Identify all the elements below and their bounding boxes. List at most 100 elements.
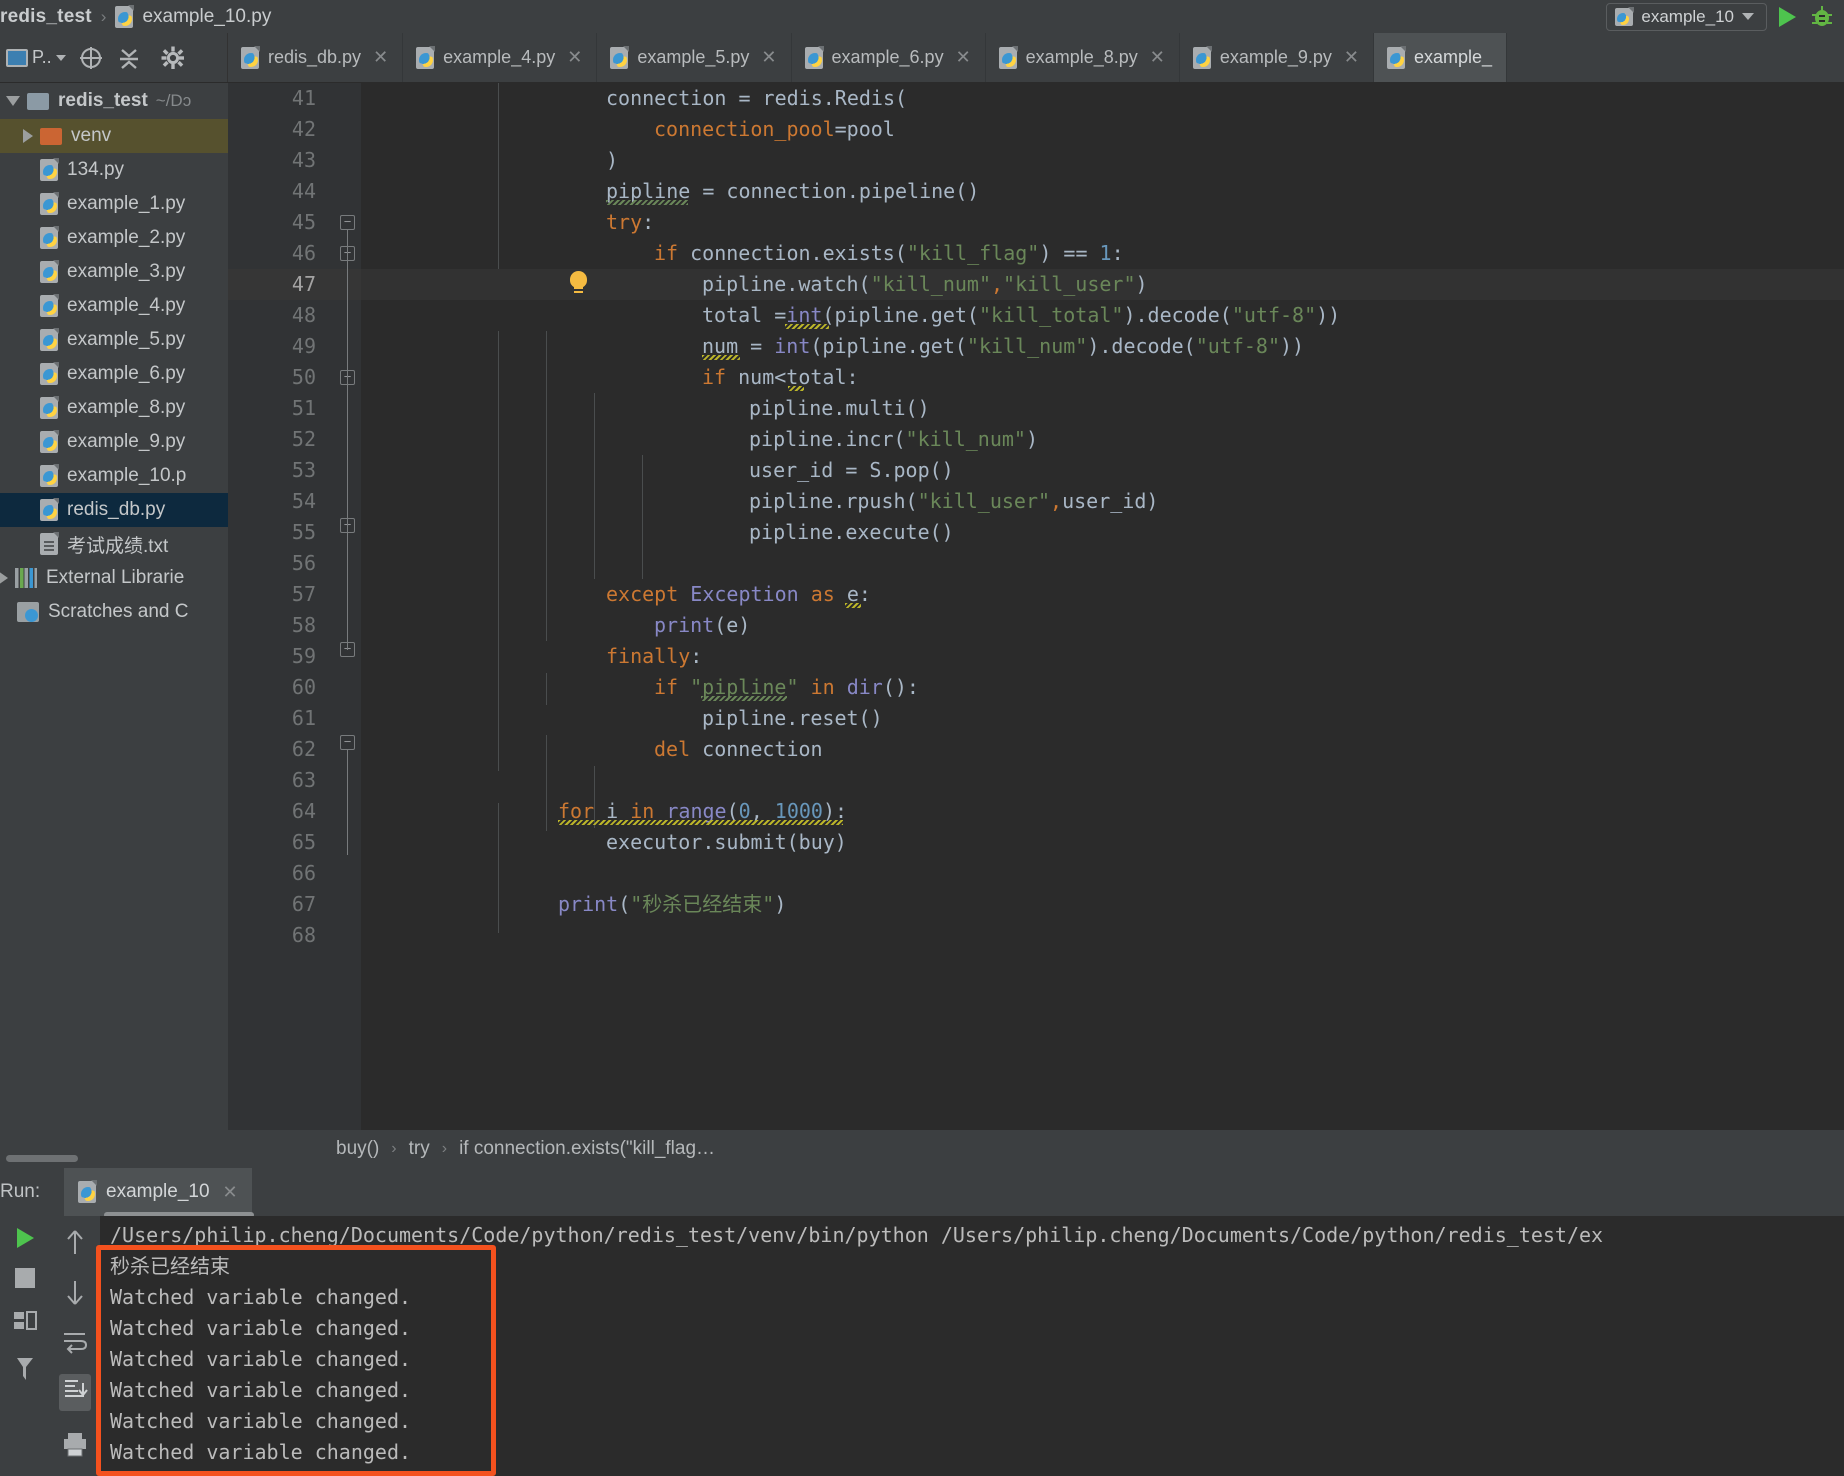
target-icon[interactable] bbox=[78, 45, 104, 71]
line-number-current: 47 bbox=[291, 272, 316, 296]
debug-icon[interactable] bbox=[1808, 4, 1836, 30]
run-console-output[interactable]: /Users/philip.cheng/Documents/Code/pytho… bbox=[100, 1216, 1844, 1476]
intention-bulb-icon[interactable] bbox=[568, 271, 590, 293]
run-tab[interactable]: example_10 ✕ bbox=[64, 1168, 252, 1216]
editor-tab[interactable]: example_4.py ✕ bbox=[403, 33, 598, 82]
close-icon[interactable]: ✕ bbox=[567, 47, 582, 68]
code-line[interactable]: finally: bbox=[606, 641, 702, 672]
code-line[interactable]: num = int(pipline.get("kill_num").decode… bbox=[702, 331, 1304, 362]
code-line[interactable]: pipline.watch("kill_num","kill_user") bbox=[702, 269, 1148, 300]
soft-wrap-icon[interactable] bbox=[61, 1328, 89, 1354]
tree-node-file[interactable]: example_6.py bbox=[0, 357, 228, 391]
tree-node-file[interactable]: example_8.py bbox=[0, 391, 228, 425]
editor-tab[interactable]: redis_db.py ✕ bbox=[228, 33, 404, 82]
tree-node-file[interactable]: example_2.py bbox=[0, 221, 228, 255]
python-file-icon bbox=[40, 464, 59, 487]
collapse-all-icon[interactable] bbox=[116, 45, 142, 71]
project-view-selector[interactable]: P.. bbox=[6, 47, 66, 68]
code-line[interactable]: if connection.exists("kill_flag") == 1: bbox=[654, 238, 1124, 269]
editor-tab[interactable]: example_5.py ✕ bbox=[597, 33, 792, 82]
code-line[interactable]: connection_pool=pool bbox=[654, 114, 895, 145]
chevron-down-icon[interactable] bbox=[55, 54, 66, 61]
tree-node-file[interactable]: example_9.py bbox=[0, 425, 228, 459]
chevron-right-icon[interactable] bbox=[23, 129, 33, 143]
project-tree-panel[interactable]: redis_test ~/Dɔ venv 134.py example_1.py… bbox=[0, 83, 228, 1168]
code-line[interactable]: pipline.rpush("kill_user",user_id) bbox=[749, 486, 1158, 517]
chevron-down-icon[interactable] bbox=[6, 96, 20, 106]
gear-icon[interactable] bbox=[160, 45, 186, 71]
fold-marker[interactable]: − bbox=[340, 215, 355, 230]
tree-node-label: example_10.p bbox=[67, 465, 187, 486]
scroll-to-end-icon bbox=[65, 1380, 88, 1397]
code-line[interactable]: del connection bbox=[654, 734, 823, 765]
tree-node-root[interactable]: redis_test ~/Dɔ bbox=[0, 83, 228, 119]
line-number: 59 bbox=[291, 644, 316, 668]
breadcrumb-function[interactable]: buy() bbox=[336, 1138, 379, 1160]
weak-warning-squiggle bbox=[845, 603, 861, 608]
tree-node-file[interactable]: example_5.py bbox=[0, 323, 228, 357]
code-line[interactable]: print(e) bbox=[654, 610, 750, 641]
stop-icon[interactable] bbox=[15, 1268, 35, 1288]
breadcrumb-project[interactable]: redis_test bbox=[0, 6, 92, 28]
code-line[interactable]: if num<total: bbox=[702, 362, 859, 393]
code-line[interactable]: connection = redis.Redis( bbox=[606, 83, 907, 114]
code-line[interactable]: ) bbox=[606, 145, 618, 176]
scratches-icon bbox=[17, 602, 39, 622]
tree-node-label: venv bbox=[71, 125, 112, 146]
rerun-icon[interactable] bbox=[16, 1228, 34, 1248]
code-line[interactable]: except Exception as e: bbox=[606, 579, 871, 610]
tree-node-venv[interactable]: venv bbox=[0, 119, 228, 153]
down-arrow-icon[interactable] bbox=[62, 1278, 88, 1308]
code-line[interactable]: executor.submit(buy) bbox=[606, 827, 847, 858]
fold-marker[interactable]: − bbox=[340, 735, 355, 750]
pin-icon[interactable] bbox=[12, 1354, 38, 1384]
code-line[interactable]: pipline.reset() bbox=[702, 703, 883, 734]
chevron-right-icon[interactable] bbox=[0, 571, 8, 585]
code-line[interactable]: user_id = S.pop() bbox=[749, 455, 954, 486]
tree-node-scratches[interactable]: Scratches and C bbox=[0, 595, 228, 629]
tree-node-file[interactable]: 134.py bbox=[0, 153, 228, 187]
up-arrow-icon[interactable] bbox=[62, 1228, 88, 1258]
tree-node-file[interactable]: example_10.p bbox=[0, 459, 228, 493]
tree-node-file[interactable]: example_4.py bbox=[0, 289, 228, 323]
print-icon[interactable] bbox=[61, 1431, 89, 1457]
code-line[interactable]: pipline.multi() bbox=[749, 393, 930, 424]
tree-node-file[interactable]: 考试成绩.txt bbox=[0, 527, 228, 561]
layout-icon[interactable] bbox=[12, 1308, 38, 1334]
tree-node-label: example_3.py bbox=[67, 261, 186, 282]
tree-node-label: example_9.py bbox=[67, 431, 186, 452]
scroll-to-end-button[interactable] bbox=[59, 1374, 91, 1411]
tree-node-external-libraries[interactable]: External Librarie bbox=[0, 561, 228, 595]
code-line[interactable]: pipline.incr("kill_num") bbox=[749, 424, 1038, 455]
open-file-tabs: redis_db.py ✕ example_4.py ✕ example_5.py ✕… bbox=[228, 33, 1844, 82]
close-icon[interactable]: ✕ bbox=[761, 47, 776, 68]
breadcrumb-try[interactable]: try bbox=[409, 1138, 430, 1160]
sidebar-horizontal-scrollbar[interactable] bbox=[6, 1155, 78, 1162]
close-icon[interactable]: ✕ bbox=[956, 47, 971, 68]
run-configuration-selector[interactable]: example_10 bbox=[1606, 2, 1767, 31]
close-icon[interactable]: ✕ bbox=[1344, 47, 1359, 68]
editor-tab[interactable]: example_8.py ✕ bbox=[985, 33, 1180, 82]
chevron-down-icon[interactable] bbox=[1742, 13, 1754, 20]
breadcrumb-if[interactable]: if connection.exists("kill_flag… bbox=[459, 1138, 715, 1160]
code-line[interactable]: print("秒杀已经结束") bbox=[558, 889, 786, 920]
editor-tab-active[interactable]: example_ bbox=[1374, 33, 1508, 82]
close-icon[interactable]: ✕ bbox=[1150, 47, 1165, 68]
code-line[interactable]: pipline.execute() bbox=[749, 517, 954, 548]
line-number: 48 bbox=[291, 303, 316, 327]
tree-node-file-selected[interactable]: redis_db.py bbox=[0, 493, 228, 527]
breadcrumb-file[interactable]: example_10.py bbox=[142, 6, 271, 28]
line-number: 50 bbox=[291, 365, 316, 389]
editor-tab[interactable]: example_6.py ✕ bbox=[791, 33, 986, 82]
run-icon[interactable] bbox=[1779, 6, 1796, 27]
close-icon[interactable]: ✕ bbox=[373, 47, 388, 68]
close-icon[interactable]: ✕ bbox=[223, 1182, 238, 1203]
weak-warning-squiggle bbox=[788, 386, 804, 391]
code-line[interactable]: try: bbox=[606, 207, 654, 238]
tree-node-file[interactable]: example_3.py bbox=[0, 255, 228, 289]
editor-tab[interactable]: example_9.py ✕ bbox=[1179, 33, 1375, 82]
project-view-label: P.. bbox=[32, 47, 52, 67]
code-editor[interactable]: − − − − − − 41 42 43 44 45 46 47 48 49 5… bbox=[228, 83, 1844, 1168]
run-configuration-label: example_10 bbox=[1641, 6, 1734, 26]
tree-node-file[interactable]: example_1.py bbox=[0, 187, 228, 221]
